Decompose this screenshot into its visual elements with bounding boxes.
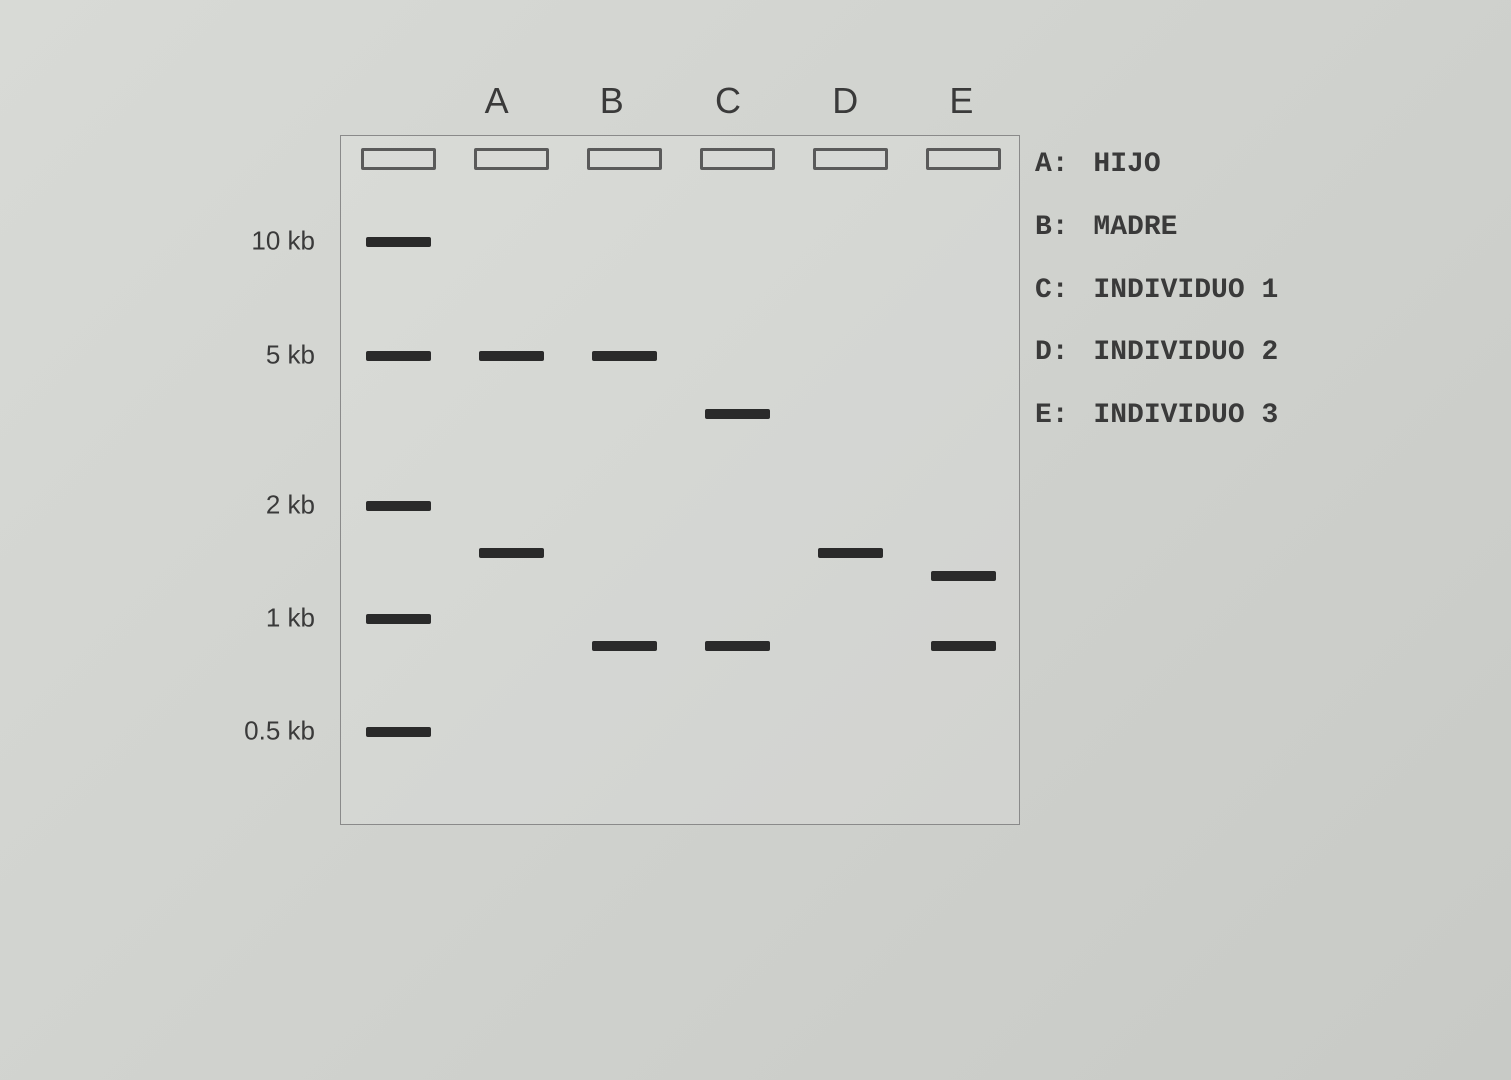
legend-label: INDIVIDUO 1	[1093, 275, 1278, 306]
size-marker-labels: 10 kb 5 kb 2 kb 1 kb 0.5 kb	[210, 135, 330, 825]
band	[705, 409, 770, 419]
band	[366, 237, 431, 247]
legend-row: E: INDIVIDUO 3	[1035, 401, 1278, 432]
gel-box	[340, 135, 1020, 825]
band	[592, 641, 657, 651]
legend-row: C: INDIVIDUO 1	[1035, 276, 1278, 307]
lane-headers: A B C D E	[440, 80, 1020, 122]
band	[592, 351, 657, 361]
lane-b	[587, 176, 662, 816]
band	[931, 641, 996, 651]
legend-row: A: HIJO	[1035, 150, 1278, 181]
size-label: 10 kb	[251, 226, 315, 257]
band	[366, 614, 431, 624]
well	[361, 148, 436, 170]
well	[700, 148, 775, 170]
band	[366, 501, 431, 511]
lane-header-a: A	[485, 80, 511, 122]
legend-key: B:	[1035, 212, 1069, 243]
legend-row: D: INDIVIDUO 2	[1035, 338, 1278, 369]
lane-c	[700, 176, 775, 816]
band	[818, 548, 883, 558]
wells-row	[361, 148, 1001, 170]
legend-label: HIJO	[1093, 149, 1160, 180]
well	[813, 148, 888, 170]
band	[479, 548, 544, 558]
legend-key: D:	[1035, 337, 1069, 368]
band	[931, 571, 996, 581]
legend-label: INDIVIDUO 3	[1093, 400, 1278, 431]
size-label: 1 kb	[266, 603, 315, 634]
band	[366, 727, 431, 737]
well	[926, 148, 1001, 170]
lanes-area	[361, 176, 1001, 816]
lane-e	[926, 176, 1001, 816]
well	[474, 148, 549, 170]
band	[366, 351, 431, 361]
lane-header-b: B	[600, 80, 626, 122]
legend: A: HIJO B: MADRE C: INDIVIDUO 1 D: INDIV…	[1035, 150, 1278, 464]
lane-d	[813, 176, 888, 816]
band	[705, 641, 770, 651]
lane-header-c: C	[715, 80, 743, 122]
lane-ladder	[361, 176, 436, 816]
legend-key: E:	[1035, 400, 1069, 431]
gel-diagram: A B C D E 10 kb 5 kb 2 kb 1 kb 0.5 kb A: HIJ…	[210, 80, 1410, 980]
legend-label: MADRE	[1093, 212, 1177, 243]
legend-key: C:	[1035, 275, 1069, 306]
lane-header-d: D	[832, 80, 860, 122]
well	[587, 148, 662, 170]
legend-row: B: MADRE	[1035, 213, 1278, 244]
size-label: 2 kb	[266, 489, 315, 520]
legend-key: A:	[1035, 149, 1069, 180]
lane-header-e: E	[949, 80, 975, 122]
legend-label: INDIVIDUO 2	[1093, 337, 1278, 368]
size-label: 5 kb	[266, 339, 315, 370]
size-label: 0.5 kb	[244, 716, 315, 747]
band	[479, 351, 544, 361]
lane-a	[474, 176, 549, 816]
